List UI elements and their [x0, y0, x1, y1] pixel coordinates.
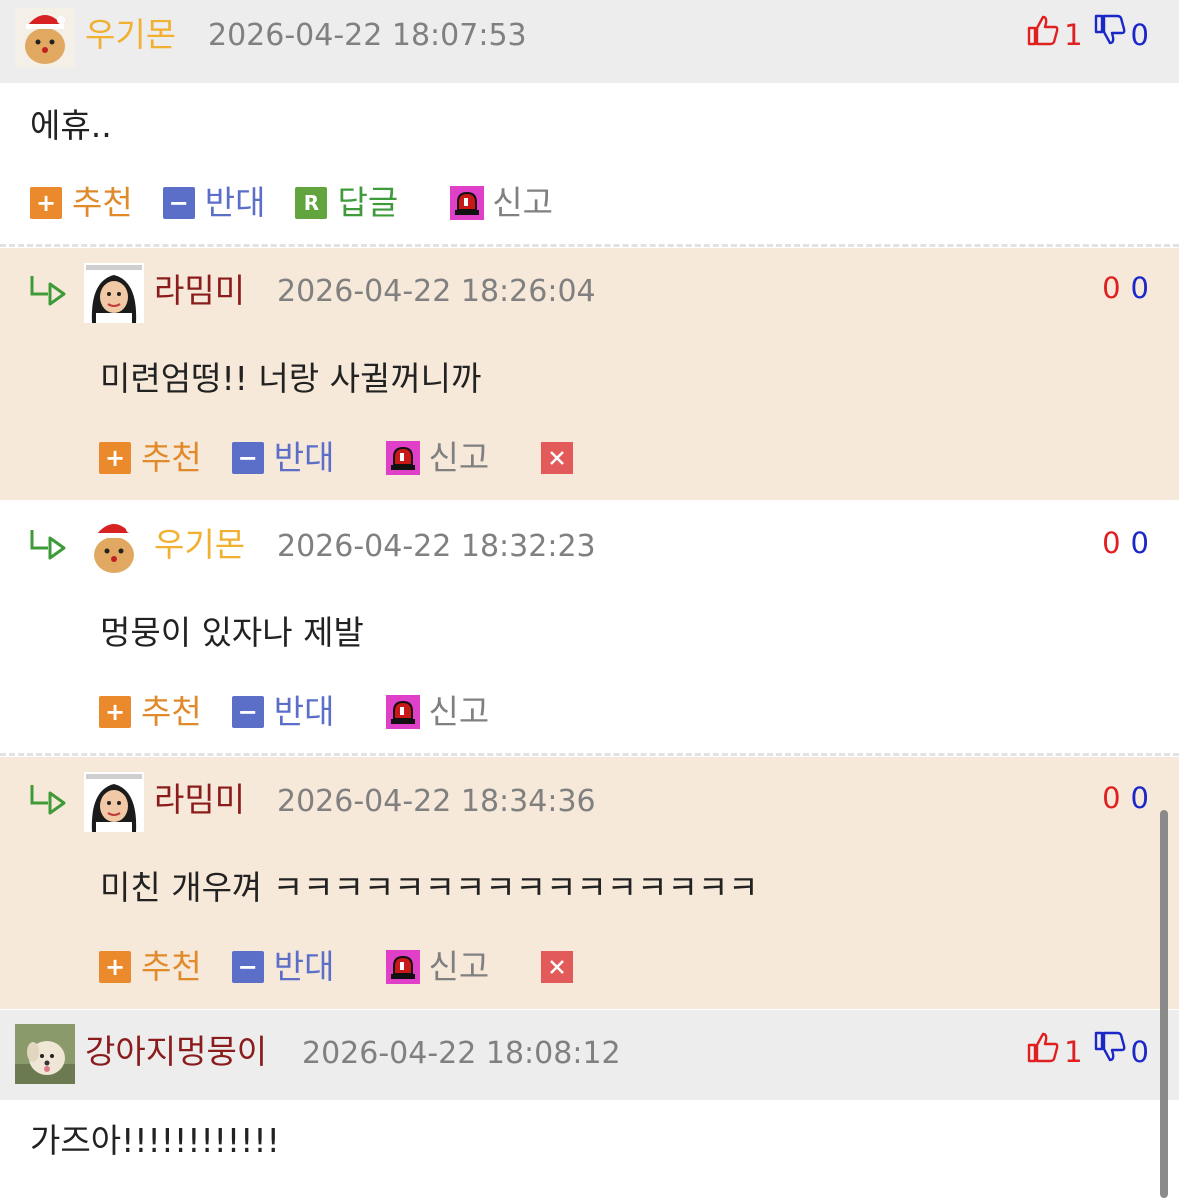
nickname[interactable]: 라밈미 [154, 780, 245, 820]
up-count: 1 [1064, 1035, 1083, 1069]
up-count: 0 [1102, 271, 1121, 305]
scrollbar[interactable] [1160, 810, 1168, 1198]
minus-icon: − [231, 696, 264, 728]
avatar[interactable] [84, 772, 144, 832]
oppose-button[interactable]: − 반대 [231, 692, 335, 732]
recommend-button[interactable]: + 추천 [99, 438, 202, 478]
report-button[interactable]: 신고 [386, 438, 489, 478]
oppose-button[interactable]: − 반대 [231, 438, 335, 478]
vote-summary: 0 0 [1102, 778, 1149, 818]
recommend-button[interactable]: + 추천 [30, 183, 133, 223]
avatar[interactable] [84, 517, 144, 577]
divider [0, 244, 1179, 247]
divider [0, 753, 1179, 756]
report-label: 신고 [428, 947, 490, 986]
recommend-label: 추천 [141, 438, 202, 477]
report-button[interactable]: 신고 [386, 947, 489, 987]
nickname[interactable]: 우기몬 [154, 525, 245, 565]
comment-text: 가즈아!!!!!!!!!!!! [30, 1121, 280, 1160]
siren-report-icon [386, 695, 421, 729]
comment-text: 멍뭉이 있자나 제발 [100, 613, 364, 652]
comment-actions: + 추천 − 반대 신고 [99, 947, 574, 987]
recommend-button[interactable]: + 추천 [99, 947, 202, 987]
report-label: 신고 [492, 183, 553, 222]
minus-icon: − [231, 951, 264, 983]
down-count: 0 [1130, 781, 1149, 815]
thumbs-down-icon[interactable] [1093, 14, 1127, 56]
comment-header [0, 0, 1179, 83]
avatar[interactable] [15, 8, 75, 68]
reply-arrow-icon [30, 530, 66, 560]
comment-date: 2026-04-22 18:08:12 [302, 1036, 621, 1071]
oppose-button[interactable]: − 반대 [162, 183, 266, 223]
down-count: 0 [1130, 1035, 1149, 1069]
vote-summary: 1 0 [1026, 14, 1149, 56]
nickname[interactable]: 강아지멍뭉이 [85, 1032, 267, 1072]
oppose-label: 반대 [273, 947, 335, 986]
avatar[interactable] [15, 1024, 75, 1084]
comment-date: 2026-04-22 18:26:04 [277, 274, 596, 309]
plus-icon: + [99, 951, 131, 983]
oppose-label: 반대 [204, 183, 266, 222]
oppose-label: 반대 [273, 692, 335, 731]
up-count: 0 [1102, 526, 1121, 560]
comment-text: 미련엄떵!! 너랑 사귈꺼니까 [100, 359, 482, 398]
recommend-label: 추천 [72, 183, 133, 222]
plus-icon: + [99, 696, 131, 728]
comment-text: 에휴.. [30, 106, 112, 145]
minus-icon: − [162, 187, 195, 219]
recommend-label: 추천 [141, 947, 202, 986]
up-count: 1 [1064, 18, 1083, 52]
reply-r-icon: R [295, 187, 328, 219]
comment-text: 미친 개우껴 ㅋㅋㅋㅋㅋㅋㅋㅋㅋㅋㅋㅋㅋㅋㅋㅋ [100, 868, 759, 907]
recommend-label: 추천 [141, 692, 202, 731]
comment-date: 2026-04-22 18:07:53 [208, 18, 527, 53]
thumbs-up-icon[interactable] [1026, 1031, 1060, 1073]
report-label: 신고 [428, 438, 490, 477]
down-count: 0 [1130, 18, 1149, 52]
report-button[interactable]: 신고 [386, 692, 489, 732]
thumbs-down-icon[interactable] [1093, 1031, 1127, 1073]
recommend-button[interactable]: + 추천 [99, 692, 202, 732]
report-label: 신고 [428, 692, 490, 731]
nickname[interactable]: 우기몬 [85, 15, 176, 55]
comment-date: 2026-04-22 18:34:36 [277, 784, 596, 819]
comment-actions: + 추천 − 반대 신고 [99, 692, 519, 732]
delete-x-icon[interactable] [541, 951, 574, 983]
reply-arrow-icon [30, 276, 66, 306]
siren-report-icon [450, 186, 485, 220]
up-count: 0 [1102, 781, 1121, 815]
delete-x-icon[interactable] [541, 442, 574, 474]
down-count: 0 [1130, 271, 1149, 305]
vote-summary: 0 0 [1102, 268, 1149, 308]
vote-summary: 1 0 [1026, 1031, 1149, 1073]
minus-icon: − [231, 442, 264, 474]
oppose-button[interactable]: − 반대 [231, 947, 335, 987]
vote-summary: 0 0 [1102, 523, 1149, 563]
reply-button[interactable]: R 답글 [295, 183, 398, 223]
reply-arrow-icon [30, 785, 66, 815]
nickname[interactable]: 라밈미 [154, 271, 245, 311]
avatar[interactable] [84, 263, 144, 323]
plus-icon: + [30, 187, 62, 219]
siren-report-icon [386, 950, 421, 984]
report-button[interactable]: 신고 [450, 183, 553, 223]
thumbs-up-icon[interactable] [1026, 14, 1060, 56]
siren-report-icon [386, 441, 421, 475]
plus-icon: + [99, 442, 131, 474]
comment-actions: + 추천 − 반대 R 답글 신고 [30, 183, 583, 223]
comment-actions: + 추천 − 반대 신고 [99, 438, 574, 478]
down-count: 0 [1130, 526, 1149, 560]
comment-date: 2026-04-22 18:32:23 [277, 529, 596, 564]
reply-label: 답글 [337, 183, 399, 222]
oppose-label: 반대 [273, 438, 335, 477]
